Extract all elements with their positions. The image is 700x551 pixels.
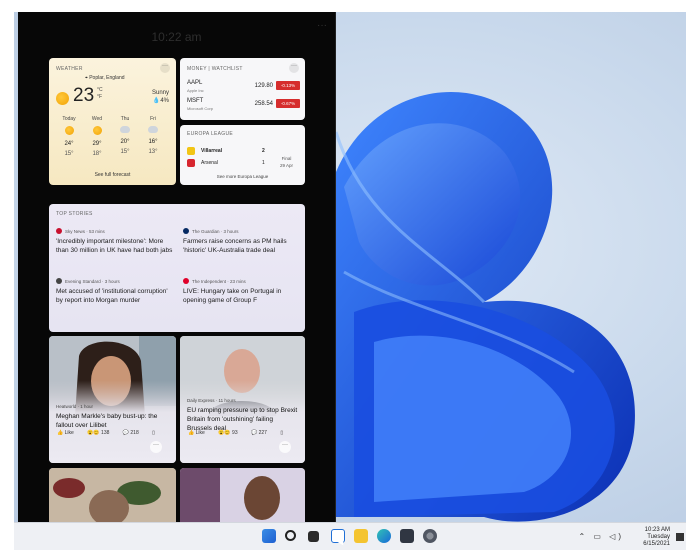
like-button[interactable]: 👍 Like <box>188 430 211 436</box>
stock-change-badge: -0.13% <box>276 81 300 90</box>
tile-actions: 👍 Like 😮😊 138 💬 218 ▯ <box>57 430 161 436</box>
story-source: The Guardian · 3 hours <box>183 228 303 234</box>
tray-date: 6/15/2021 <box>643 541 670 547</box>
news-tile[interactable]: Daily Express · 11 hours EU ramping pres… <box>180 336 305 463</box>
europa-more-link[interactable]: See more Europa League <box>180 174 305 179</box>
tile-text: Heatworld · 1 hour Meghan Markle's baby … <box>56 404 169 430</box>
save-icon[interactable]: ▯ <box>152 430 155 436</box>
stock-row[interactable]: AAPL Apple Inc 129.80 -0.13% <box>187 80 300 96</box>
story-headline: Farmers raise concerns as PM hails 'hist… <box>183 238 287 254</box>
notification-icon[interactable] <box>676 533 684 541</box>
top-stories-card: TOP STORIES Sky News · 53 mins 'Incredib… <box>49 204 305 332</box>
news-photo <box>49 468 176 522</box>
money-more-icon[interactable]: ··· <box>289 63 299 73</box>
guardian-icon <box>183 228 189 234</box>
tile-source: Heatworld · 1 hour <box>56 404 94 409</box>
story-source: The Independent · 23 mins <box>183 278 303 284</box>
task-view-icon[interactable] <box>308 531 319 542</box>
tray-time: 10:23 AM <box>644 527 670 533</box>
evening-standard-icon <box>56 278 62 284</box>
arsenal-crest-icon <box>187 159 195 167</box>
forecast-day: Wed 29° 18° <box>91 116 103 157</box>
tile-more-icon[interactable]: ··· <box>279 441 291 453</box>
money-header: MONEY | WATCHLIST <box>187 66 243 72</box>
stock-price: 258.54 <box>254 101 273 107</box>
stock-symbol: AAPL <box>187 80 203 86</box>
independent-icon <box>183 278 189 284</box>
weather-condition: Sunny 💧4% <box>151 90 169 104</box>
story-item[interactable]: The Independent · 23 mins LIVE: Hungary … <box>183 278 303 305</box>
taskbar-clock[interactable]: 10:23 AM Tuesday 6/15/2021 <box>643 527 670 548</box>
news-photo <box>180 468 305 522</box>
story-source: Sky News · 53 mins <box>56 228 176 234</box>
story-item[interactable]: The Guardian · 3 hours Farmers raise con… <box>183 228 303 255</box>
money-watchlist-card[interactable]: MONEY | WATCHLIST ··· AAPL Apple Inc 129… <box>180 58 305 120</box>
comments-button[interactable]: 💬 218 <box>123 430 145 436</box>
forecast-day: Today 24° 15° <box>62 116 76 157</box>
europa-header: EUROPA LEAGUE <box>187 131 234 137</box>
edge-browser-icon[interactable] <box>377 529 391 543</box>
temperature-unit-toggle[interactable]: °C °F <box>97 87 103 101</box>
tile-headline: Meghan Markle's baby bust-up: the fallou… <box>56 413 158 429</box>
full-forecast-link[interactable]: See full forecast <box>49 172 176 178</box>
story-headline: 'Incredibly important milestone': More t… <box>56 238 173 254</box>
tray-weekday: Tuesday <box>647 534 670 540</box>
tile-text: Daily Express · 11 hours EU ramping pres… <box>187 398 298 433</box>
match-status: Final 29 Apr <box>279 156 293 168</box>
home-team-row: Villarreal 2 <box>187 147 267 156</box>
stock-change-badge: -0.67% <box>276 99 300 108</box>
top-stories-header: TOP STORIES <box>56 211 93 217</box>
tile-source: Daily Express · 11 hours <box>187 398 236 403</box>
start-windows-icon[interactable] <box>262 529 276 543</box>
store-icon[interactable] <box>400 529 414 543</box>
stock-price: 129.80 <box>254 83 273 89</box>
weather-temperature: 23 <box>73 85 95 106</box>
file-explorer-icon[interactable] <box>354 529 368 543</box>
reactions-count[interactable]: 😮😊 138 <box>87 430 115 436</box>
weather-more-icon[interactable]: ··· <box>160 63 170 73</box>
tile-headline: EU ramping pressure up to stop Brexit Br… <box>187 407 298 432</box>
panel-clock: 10:22 am <box>151 30 202 44</box>
europa-league-card[interactable]: EUROPA LEAGUE Villarreal 2 Arsenal 1 Fin… <box>180 125 305 185</box>
weather-card[interactable]: WEATHER ··· ⌖ Poplar, England 23 °C °F Su… <box>49 58 176 185</box>
taskbar: ⌃ ▭ ◁) 10:23 AM Tuesday 6/15/2021 <box>14 522 686 550</box>
comments-button[interactable]: 💬 227 <box>251 430 273 436</box>
villarreal-crest-icon <box>187 147 195 155</box>
away-team-row: Arsenal 1 <box>187 159 267 168</box>
tile-more-icon[interactable]: ··· <box>150 441 162 453</box>
sky-news-icon <box>56 228 62 234</box>
story-item[interactable]: Evening Standard · 3 hours Met accused o… <box>56 278 176 305</box>
weather-location: ⌖ Poplar, England <box>85 75 125 81</box>
forecast-day: Fri 16° 13° <box>148 116 158 155</box>
sun-icon <box>56 92 69 105</box>
news-tile[interactable]: Heatworld · 1 hour Meghan Markle's baby … <box>49 336 176 463</box>
sun-icon <box>64 126 74 135</box>
panel-more-icon[interactable]: ··· <box>317 20 327 31</box>
story-headline: Met accused of 'institutional corruption… <box>56 288 168 304</box>
reactions-count[interactable]: 😮😊 93 <box>218 430 243 436</box>
stock-row[interactable]: MSFT Microsoft Corp 258.54 -0.67% <box>187 98 300 114</box>
stock-name: Apple Inc <box>187 88 204 93</box>
stock-symbol: MSFT <box>187 98 204 104</box>
story-source: Evening Standard · 3 hours <box>56 278 176 284</box>
story-headline: LIVE: Hungary take on Portugal in openin… <box>183 288 282 304</box>
cloud-icon <box>148 126 158 133</box>
weather-header: WEATHER <box>56 66 83 72</box>
cloud-icon <box>120 126 130 133</box>
forecast-day: Thu 20° 15° <box>120 116 130 155</box>
sun-icon <box>92 126 102 135</box>
system-tray-icons[interactable]: ⌃ ▭ ◁) <box>578 532 624 541</box>
stock-name: Microsoft Corp <box>187 106 214 111</box>
widgets-panel: 10:22 am ··· WEATHER ··· ⌖ Poplar, Engla… <box>18 12 336 522</box>
story-item[interactable]: Sky News · 53 mins 'Incredibly important… <box>56 228 176 255</box>
screen: 10:22 am ··· WEATHER ··· ⌖ Poplar, Engla… <box>0 0 700 551</box>
like-button[interactable]: 👍 Like <box>57 430 80 436</box>
news-tile[interactable] <box>180 468 305 522</box>
news-tile[interactable] <box>49 468 176 522</box>
search-icon[interactable] <box>285 530 296 541</box>
save-icon[interactable]: ▯ <box>280 430 283 436</box>
tile-actions: 👍 Like 😮😊 93 💬 227 ▯ <box>188 430 289 436</box>
settings-gear-icon[interactable] <box>423 529 437 543</box>
